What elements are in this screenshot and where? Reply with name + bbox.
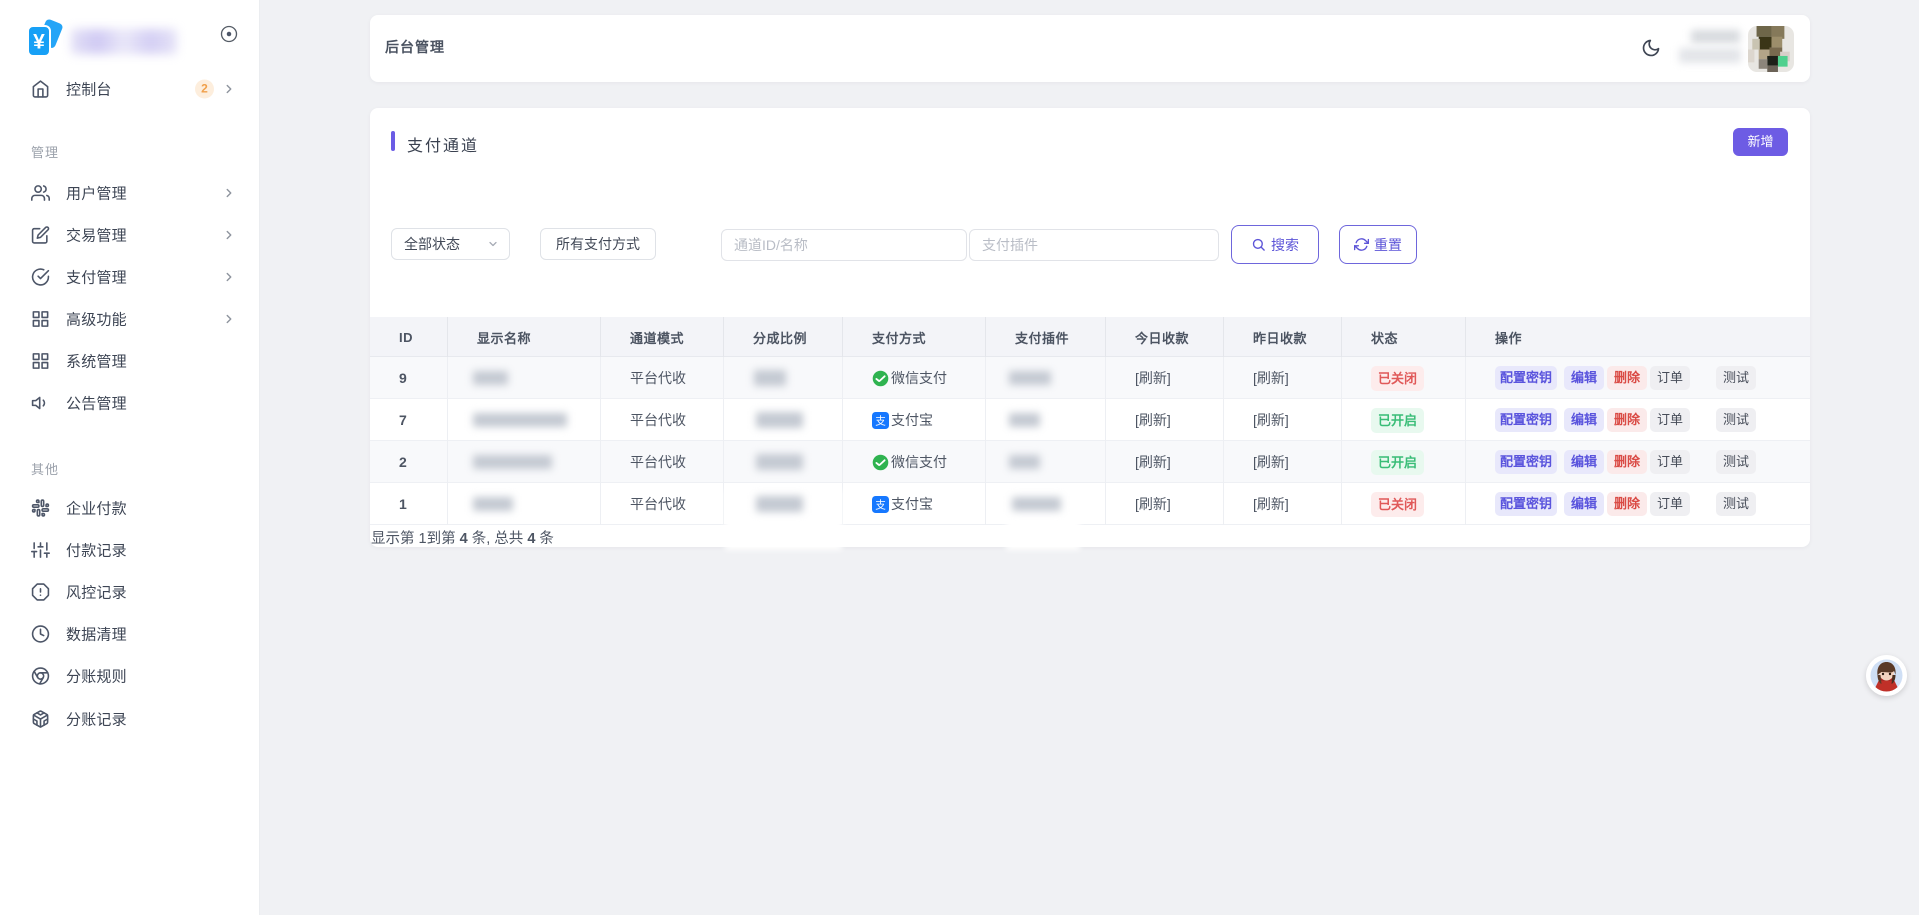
svg-text:支: 支 (875, 499, 886, 511)
svg-text:支: 支 (875, 415, 886, 427)
svg-text:¥: ¥ (33, 31, 45, 54)
